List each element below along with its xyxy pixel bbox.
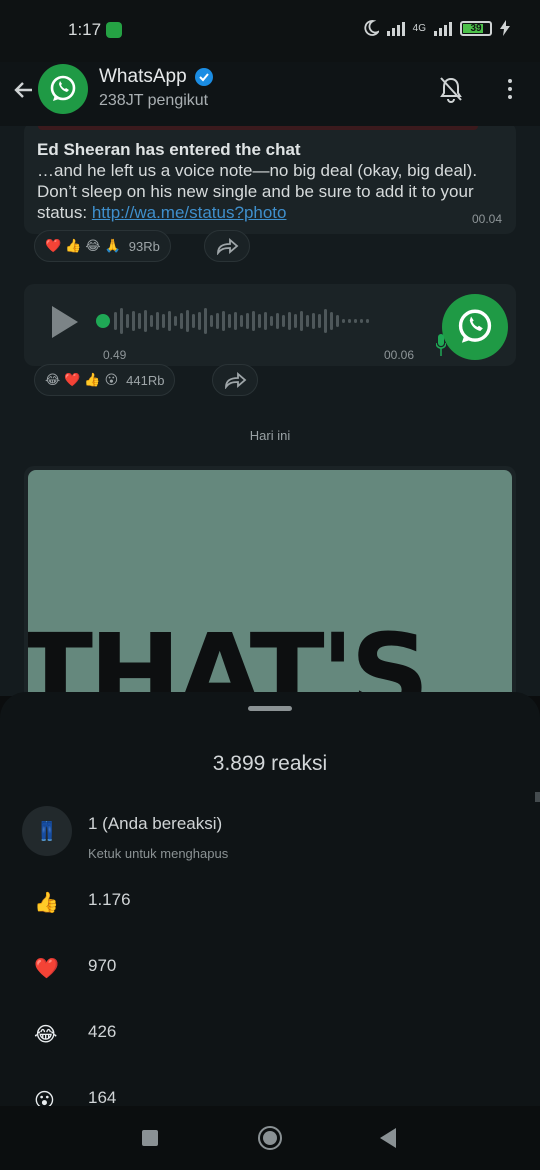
my-reaction-emoji: 👖 [22, 806, 72, 856]
reactions-pill[interactable]: ❤️ 👍 😂 🙏 93Rb [34, 230, 171, 262]
reaction-emoji: 👍 [65, 238, 82, 253]
reaction-emoji: 😂 [45, 372, 61, 387]
notifications-off-icon[interactable] [436, 74, 466, 104]
channel-info[interactable]: WhatsApp 238JT pengikut [99, 66, 213, 110]
playback-position: 0.49 [103, 348, 127, 362]
reaction-emoji: 👍 [84, 372, 101, 387]
whatsapp-logo-icon [458, 309, 492, 343]
channel-name: WhatsApp [99, 66, 187, 87]
reaction-emoji: ❤️ [45, 238, 62, 253]
playback-scrubber[interactable] [96, 314, 110, 328]
reaction-emoji: 👍 [34, 892, 59, 914]
reaction-count: 426 [88, 1022, 117, 1041]
reaction-emoji: ❤️ [64, 372, 81, 387]
network-type: 4G [412, 22, 426, 34]
status-bar: 1:17 4G 39 [0, 0, 540, 62]
system-navigation-bar [0, 1106, 540, 1170]
reaction-emoji: 😮 [34, 1090, 55, 1106]
image-message-bubble[interactable]: THAT'S [24, 466, 516, 696]
back-triangle-icon[interactable] [380, 1128, 396, 1148]
reaction-emoji: 😂 [85, 238, 101, 253]
voice-note-duration: 00.06 [384, 348, 415, 362]
forward-button[interactable] [204, 230, 250, 262]
verified-badge-icon [194, 68, 213, 86]
message-time: 00.04 [471, 212, 502, 226]
status-link[interactable]: http://wa.me/status?photo [92, 203, 287, 222]
sheet-drag-handle[interactable] [248, 706, 292, 711]
my-reaction-label: 1 (Anda bereaksi) [88, 814, 223, 833]
battery-icon: 39 [460, 20, 492, 36]
reaction-count: 441Rb [126, 372, 165, 388]
play-icon[interactable] [52, 306, 78, 338]
reaction-emoji: 😮 [104, 372, 119, 387]
scrollbar[interactable] [535, 792, 540, 802]
back-arrow-icon[interactable] [12, 78, 36, 102]
home-icon[interactable] [258, 1126, 282, 1150]
reaction-emoji: ❤️ [34, 958, 59, 980]
waveform[interactable] [114, 306, 414, 336]
date-separator: Hari ini [249, 428, 291, 443]
forward-icon [225, 372, 247, 389]
charging-icon [500, 20, 510, 36]
sender-avatar [442, 294, 508, 360]
voice-note-bubble[interactable]: 0.49 00.06 [24, 284, 516, 366]
message-image[interactable]: THAT'S [28, 470, 512, 696]
reaction-count: 1.176 [88, 890, 131, 909]
status-icons: 4G 39 [363, 20, 510, 36]
moon-icon [364, 20, 379, 36]
message-bubble[interactable]: Ed Sheeran has entered the chat …and he … [24, 126, 516, 234]
reaction-count: 970 [88, 956, 117, 975]
channel-avatar[interactable] [38, 64, 88, 114]
reaction-count: 93Rb [128, 238, 160, 254]
whatsapp-notification-icon [106, 22, 122, 38]
reactions-pill[interactable]: 😂 ❤️ 👍 😮 441Rb [34, 364, 176, 396]
whatsapp-logo-icon [50, 75, 76, 101]
signal-icon-2 [434, 20, 452, 36]
forward-icon [217, 238, 239, 255]
message-headline: Ed Sheeran has entered the chat [37, 140, 301, 159]
reaction-emoji: 🙏 [104, 238, 121, 253]
reaction-emoji: 😂 [34, 1024, 58, 1046]
forward-button[interactable] [212, 364, 258, 396]
recents-icon[interactable] [142, 1130, 158, 1146]
reaction-count: 164 [88, 1088, 117, 1106]
poster-text: THAT'S [28, 610, 430, 696]
follower-count: 238JT pengikut [99, 92, 209, 109]
sheet-title: 3.899 reaksi [212, 752, 328, 775]
remove-reaction-hint: Ketuk untuk menghapus [88, 846, 229, 861]
reactions-bottom-sheet[interactable]: 3.899 reaksi 👖 1 (Anda bereaksi) Ketuk u… [0, 692, 540, 1106]
microphone-icon [436, 334, 446, 356]
chat-header: WhatsApp 238JT pengikut [0, 62, 540, 126]
message-body: …and he left us a voice note—no big deal… [37, 161, 478, 222]
signal-icon [386, 20, 405, 36]
chat-area[interactable]: Ed Sheeran has entered the chat …and he … [0, 126, 540, 696]
message-image[interactable] [38, 126, 478, 130]
status-time: 1:17 [68, 20, 102, 39]
overflow-menu-icon[interactable] [500, 74, 520, 104]
